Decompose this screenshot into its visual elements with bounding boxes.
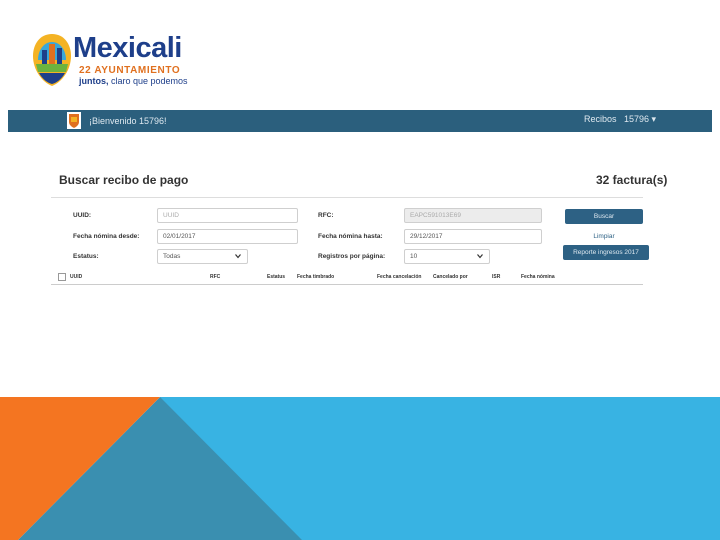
- decorative-footer-shapes: [0, 397, 720, 540]
